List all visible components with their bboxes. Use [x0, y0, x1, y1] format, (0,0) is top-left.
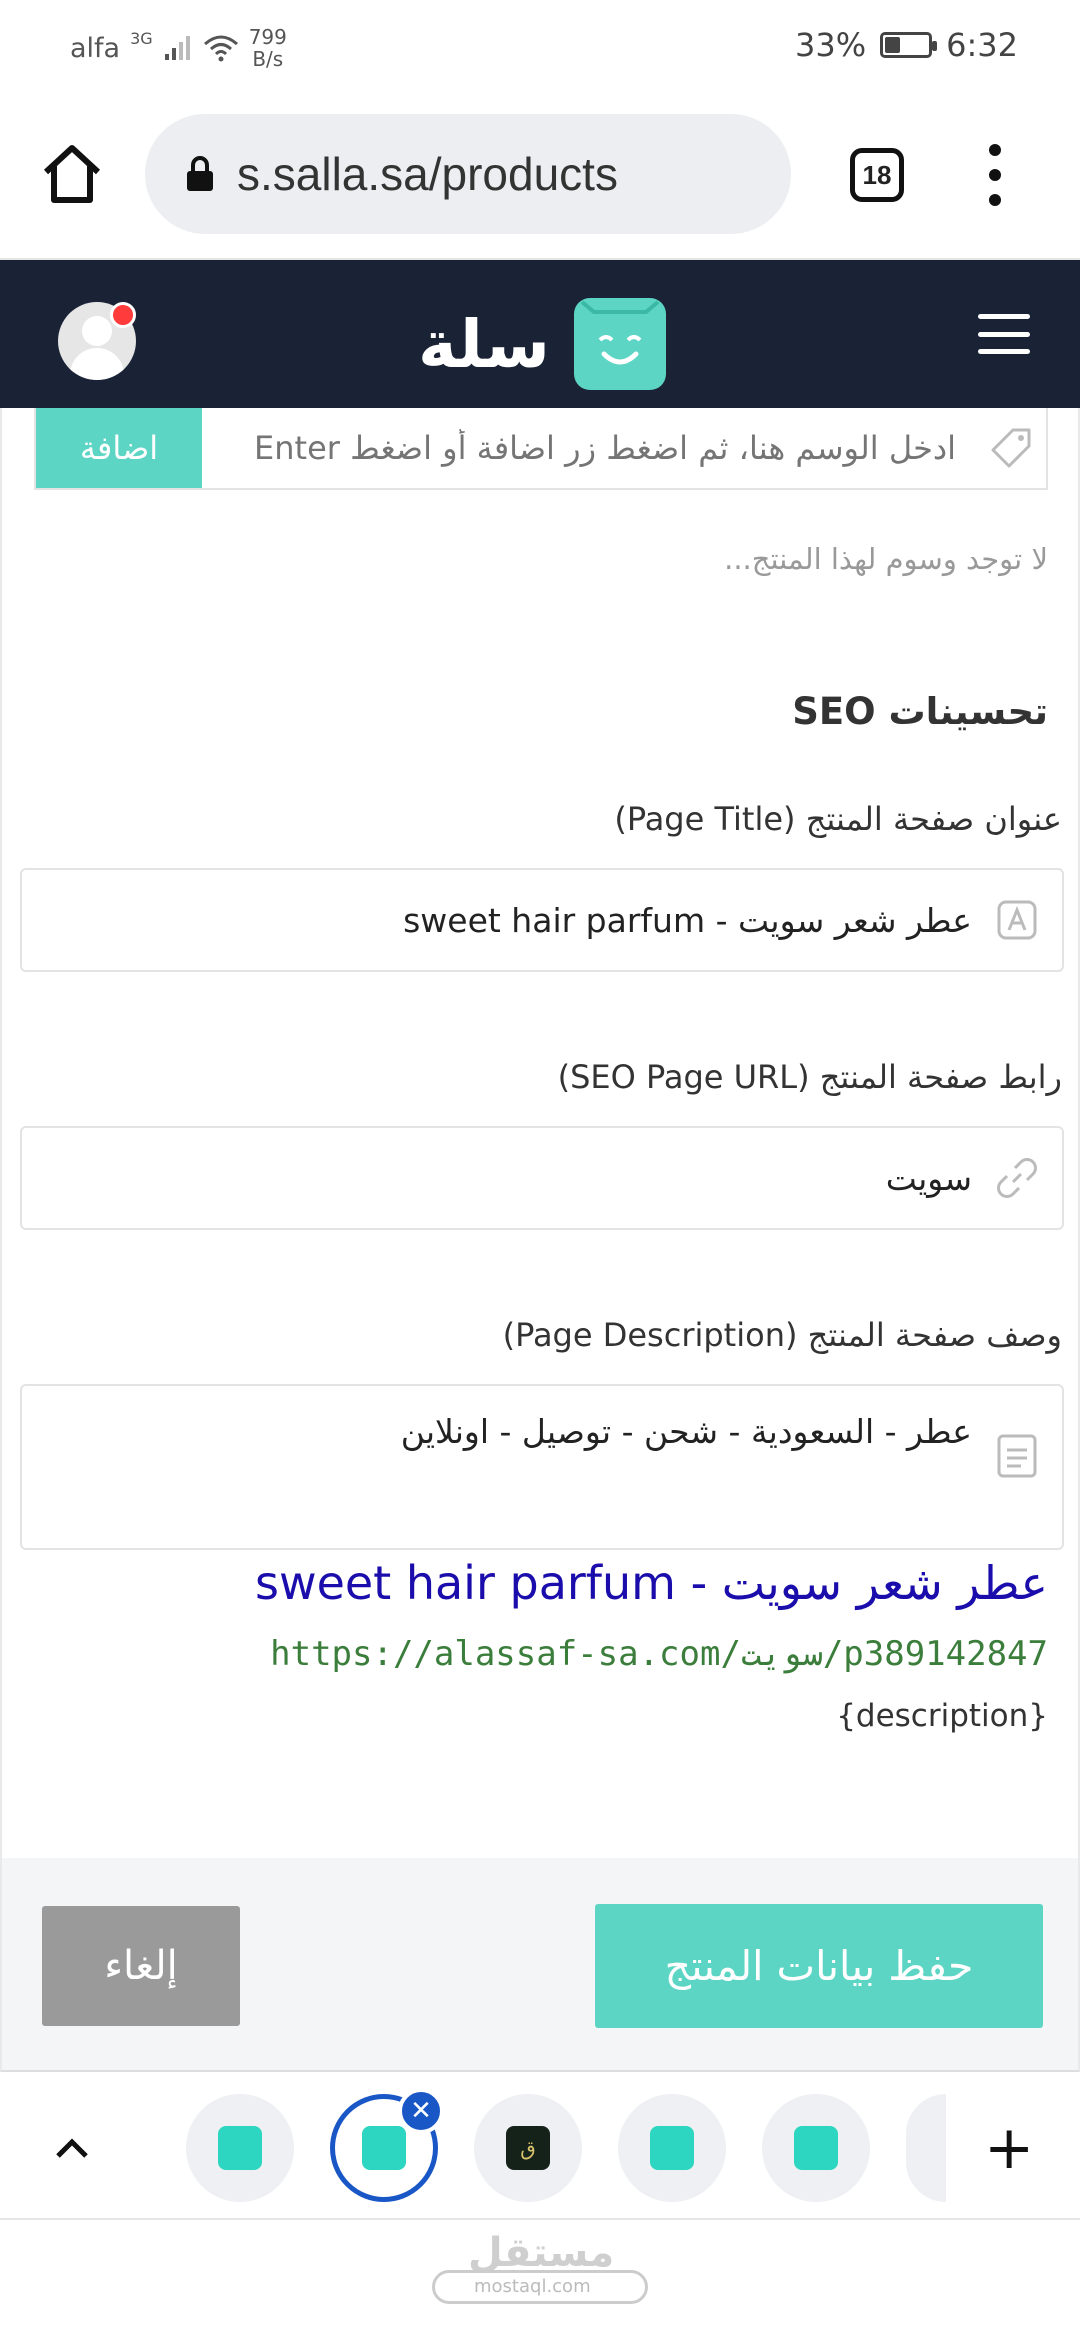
form-actions: إلغاء حفظ بيانات المنتج: [0, 1858, 1080, 2072]
salla-favicon-icon: [218, 2126, 262, 2170]
smile-icon: [580, 300, 660, 365]
browser-tab[interactable]: [186, 2094, 294, 2202]
navigation-bar: مستقل mostaql.com: [0, 2218, 1080, 2340]
salla-logo[interactable]: سلة: [418, 298, 666, 390]
menu-dot-icon: [989, 144, 1001, 156]
link-icon: [972, 1154, 1062, 1202]
address-bar[interactable]: s.salla.sa/products: [145, 114, 791, 234]
store-favicon-icon: ق: [506, 2126, 550, 2170]
browser-tab-strip: ✕ ق +: [0, 2074, 1080, 2218]
avatar-body-icon: [70, 348, 124, 380]
add-tag-button[interactable]: اضافة: [36, 408, 202, 488]
salla-favicon-icon: [650, 2126, 694, 2170]
hamburger-menu-icon[interactable]: [978, 314, 1030, 354]
network-speed: 799 B/s: [249, 26, 287, 70]
browser-tab[interactable]: [762, 2094, 870, 2202]
search-preview-url: https://alassaf-sa.com/سويت/p389142847: [270, 1634, 1048, 1674]
chevron-up-icon[interactable]: [52, 2128, 92, 2168]
url-text: s.salla.sa/products: [237, 148, 618, 200]
lock-icon: [187, 156, 213, 191]
page-description-field[interactable]: عطر - السعودية - شحن - توصيل - اونلاين: [20, 1384, 1064, 1550]
save-product-button[interactable]: حفظ بيانات المنتج: [595, 1904, 1043, 2028]
logo-text: سلة: [418, 305, 550, 383]
battery-percent: 33%: [795, 26, 867, 64]
wifi-icon: [203, 35, 238, 62]
carrier-label: alfa: [70, 32, 121, 64]
browser-toolbar: s.salla.sa/products 18: [0, 92, 1080, 260]
tag-icon: [976, 408, 1046, 488]
browser-tab[interactable]: [618, 2094, 726, 2202]
page-url-value: سويت: [885, 1158, 972, 1198]
seo-section-title: تحسينات SEO: [792, 690, 1048, 733]
new-tab-plus-icon[interactable]: +: [984, 2118, 1034, 2178]
page-title-label: عنوان صفحة المنتج (Page Title): [614, 800, 1062, 838]
browser-tab-partial[interactable]: [906, 2094, 946, 2202]
page-title-field[interactable]: عطر شعر سويت - sweet hair parfum: [20, 868, 1064, 972]
more-menu-button[interactable]: [980, 144, 1010, 206]
signal-icon: [164, 36, 190, 60]
speed-unit: B/s: [252, 47, 284, 71]
close-tab-icon[interactable]: ✕: [398, 2088, 444, 2134]
app-header: سلة: [0, 260, 1080, 408]
battery-icon: [880, 32, 938, 58]
network-type: 3G: [130, 28, 153, 48]
status-right: 33% 6:32: [795, 26, 1018, 64]
home-icon: [43, 145, 101, 203]
page-description-label: وصف صفحة المنتج (Page Description): [502, 1316, 1062, 1354]
status-left: alfa 3G 799 B/s: [70, 26, 287, 70]
text-a-icon: [972, 898, 1062, 942]
speed-value: 799: [248, 25, 287, 49]
menu-dot-icon: [989, 194, 1001, 206]
document-icon: [972, 1412, 1062, 1480]
salla-favicon-icon: [362, 2126, 406, 2170]
watermark-sub: mostaql.com: [474, 2276, 591, 2297]
no-tags-message: لا توجد وسوم لهذا المنتج...: [724, 542, 1048, 576]
clock: 6:32: [946, 26, 1018, 64]
status-bar: alfa 3G 799 B/s 33% 6:32: [0, 0, 1080, 92]
avatar-head-icon: [82, 316, 112, 346]
search-preview-description: {description}: [836, 1698, 1048, 1734]
tab-count-button[interactable]: 18: [850, 148, 904, 202]
page-description-value: عطر - السعودية - شحن - توصيل - اونلاين: [400, 1412, 972, 1451]
search-preview-title: عطر شعر سويت - sweet hair parfum: [254, 1556, 1048, 1610]
product-form: اضافة لا توجد وسوم لهذا المنتج... تحسينا…: [0, 408, 1080, 1858]
notification-dot-icon: [110, 302, 136, 328]
battery-fill: [885, 37, 901, 53]
menu-dot-icon: [989, 169, 1001, 181]
home-button[interactable]: [36, 138, 108, 210]
page-url-field[interactable]: سويت: [20, 1126, 1064, 1230]
page-title-value: عطر شعر سويت - sweet hair parfum: [403, 900, 972, 940]
tag-input-row: اضافة: [34, 408, 1048, 490]
tag-input[interactable]: [202, 408, 976, 488]
salla-bag-icon: [573, 298, 666, 390]
browser-tab[interactable]: ق: [474, 2094, 582, 2202]
salla-favicon-icon: [794, 2126, 838, 2170]
page-url-label: رابط صفحة المنتج (SEO Page URL): [557, 1058, 1062, 1096]
cancel-button[interactable]: إلغاء: [42, 1906, 240, 2026]
